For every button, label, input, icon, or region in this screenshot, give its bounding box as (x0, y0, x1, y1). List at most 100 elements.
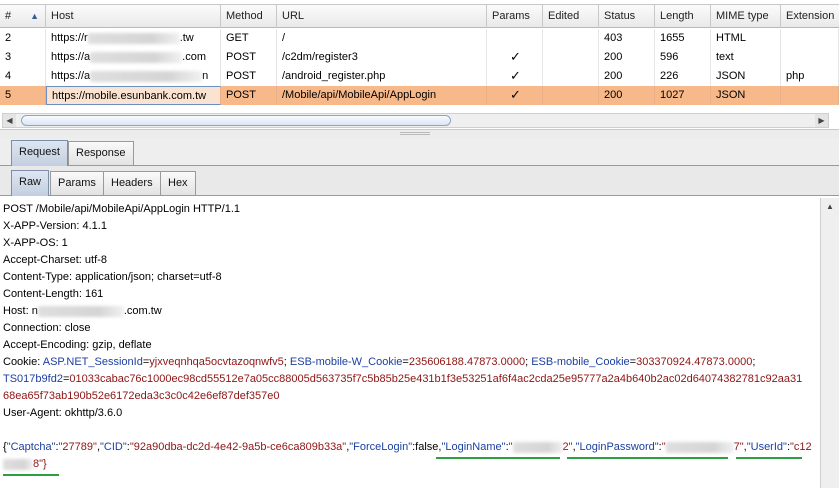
redacted-blur (90, 70, 203, 82)
raw-request-editor[interactable]: POST /Mobile/api/MobileApi/AppLogin HTTP… (0, 198, 819, 488)
row-number: 5 (0, 86, 46, 105)
header-host: Host: n .com.tw (3, 305, 162, 317)
column-header-number[interactable]: # ▲ (0, 5, 46, 28)
header-connection: Connection: close (3, 322, 91, 334)
row-status: 200 (599, 86, 655, 105)
header-cookie-continued-2: 68ea65f73ab190b52e6172eda3c3c0c42e6ef87d… (3, 390, 280, 402)
row-mime: text (711, 48, 781, 67)
redacted-blur (37, 305, 124, 317)
table-row[interactable]: 4 https://a n POST /android_register.php … (0, 67, 839, 86)
header-cookie: Cookie: ASP.NET_SessionId=yjxveqnhqa5ocv… (3, 356, 756, 368)
header-accept-charset: Accept-Charset: utf-8 (3, 254, 107, 266)
highlight-underline-userid-end (3, 474, 59, 476)
highlight-underline-loginpassword (567, 457, 728, 459)
row-number: 3 (0, 48, 46, 67)
row-length: 1655 (655, 29, 711, 48)
header-user-agent: User-Agent: okhttp/3.6.0 (3, 407, 123, 419)
message-tabs: Request Response (0, 138, 839, 166)
scroll-up-icon[interactable]: ▲ (824, 201, 836, 213)
check-icon: ✓ (510, 88, 521, 103)
row-number: 2 (0, 29, 46, 48)
header-content-length: Content-Length: 161 (3, 288, 104, 300)
redacted-blur (90, 51, 183, 63)
row-method: POST (221, 48, 277, 67)
highlight-underline-userid (736, 457, 802, 459)
row-url: /c2dm/register3 (277, 48, 487, 67)
scroll-left-icon[interactable]: ◀ (3, 114, 16, 127)
scroll-right-icon[interactable]: ▶ (815, 114, 828, 127)
redacted-blur (512, 441, 563, 453)
row-edited (543, 67, 599, 86)
tab-request[interactable]: Request (11, 140, 68, 166)
view-tabs: Raw Params Headers Hex (0, 166, 839, 196)
request-body-json-continued: 8"} (3, 456, 47, 473)
vertical-scrollbar[interactable]: ▲ (820, 198, 839, 488)
scrollbar-thumb[interactable] (21, 115, 451, 126)
header-x-app-version: X-APP-Version: 4.1.1 (3, 220, 107, 232)
table-row[interactable]: 2 https://r .tw GET / 403 1655 HTML (0, 29, 839, 48)
check-icon: ✓ (510, 50, 521, 65)
column-header-params[interactable]: Params (487, 5, 543, 28)
column-header-url[interactable]: URL (277, 5, 487, 28)
row-params (487, 29, 543, 48)
column-header-edited[interactable]: Edited (543, 5, 599, 28)
row-url: /Mobile/api/MobileApi/AppLogin (277, 86, 487, 105)
row-method: POST (221, 86, 277, 105)
pane-splitter[interactable] (0, 130, 839, 138)
sort-ascending-icon: ▲ (30, 11, 39, 21)
row-length: 1027 (655, 86, 711, 105)
row-params: ✓ (487, 86, 543, 105)
tab-response[interactable]: Response (68, 141, 134, 165)
row-mime: HTML (711, 29, 781, 48)
row-status: 403 (599, 29, 655, 48)
row-method: POST (221, 67, 277, 86)
row-extension (781, 48, 839, 67)
row-edited (543, 29, 599, 48)
row-edited (543, 48, 599, 67)
tab-raw[interactable]: Raw (11, 170, 50, 196)
row-number: 4 (0, 67, 46, 86)
table-row-selected[interactable]: 5 https://mobile.esunbank.com.tw POST /M… (0, 86, 839, 105)
column-header-method[interactable]: Method (221, 5, 277, 28)
check-icon: ✓ (510, 69, 521, 84)
row-host: https://mobile.esunbank.com.tw (46, 86, 221, 105)
row-status: 200 (599, 67, 655, 86)
row-host: https://a n (46, 67, 221, 86)
column-header-host[interactable]: Host (46, 5, 221, 28)
header-cookie-continued: TS017b9fd2=01033cabac76c1000ec98cd55512e… (3, 373, 803, 385)
column-header-status[interactable]: Status (599, 5, 655, 28)
redacted-blur (3, 458, 33, 470)
tab-hex[interactable]: Hex (160, 171, 196, 195)
redacted-blur (87, 32, 180, 44)
request-line: POST /Mobile/api/MobileApi/AppLogin HTTP… (3, 203, 241, 215)
row-extension: php (781, 67, 839, 86)
tab-headers[interactable]: Headers (103, 171, 161, 195)
horizontal-scrollbar[interactable]: ◀ ▶ (2, 113, 829, 128)
row-length: 596 (655, 48, 711, 67)
table-row[interactable]: 3 https://a .com POST /c2dm/register3 ✓ 2… (0, 48, 839, 67)
header-content-type: Content-Type: application/json; charset=… (3, 271, 222, 283)
column-header-extension[interactable]: Extension (781, 5, 839, 28)
table-header: # ▲ Host Method URL Params Edited Status… (0, 4, 839, 28)
row-length: 226 (655, 67, 711, 86)
splitter-grip-icon (400, 132, 430, 135)
row-mime: JSON (711, 86, 781, 105)
tab-params[interactable]: Params (50, 171, 104, 195)
header-x-app-os: X-APP-OS: 1 (3, 237, 68, 249)
highlight-underline-loginname (436, 457, 560, 459)
row-params: ✓ (487, 67, 543, 86)
request-body-json: {"Captcha":"27789","CID":"92a90dba-dc2d-… (3, 441, 812, 453)
row-extension (781, 86, 839, 105)
redacted-blur (665, 441, 734, 453)
row-method: GET (221, 29, 277, 48)
column-header-length[interactable]: Length (655, 5, 711, 28)
row-mime: JSON (711, 67, 781, 86)
row-params: ✓ (487, 48, 543, 67)
column-header-mime-type[interactable]: MIME type (711, 5, 781, 28)
http-history-table: # ▲ Host Method URL Params Edited Status… (0, 0, 839, 130)
row-edited (543, 86, 599, 105)
row-url: / (277, 29, 487, 48)
row-status: 200 (599, 48, 655, 67)
row-url: /android_register.php (277, 67, 487, 86)
row-host: https://r .tw (46, 29, 221, 48)
